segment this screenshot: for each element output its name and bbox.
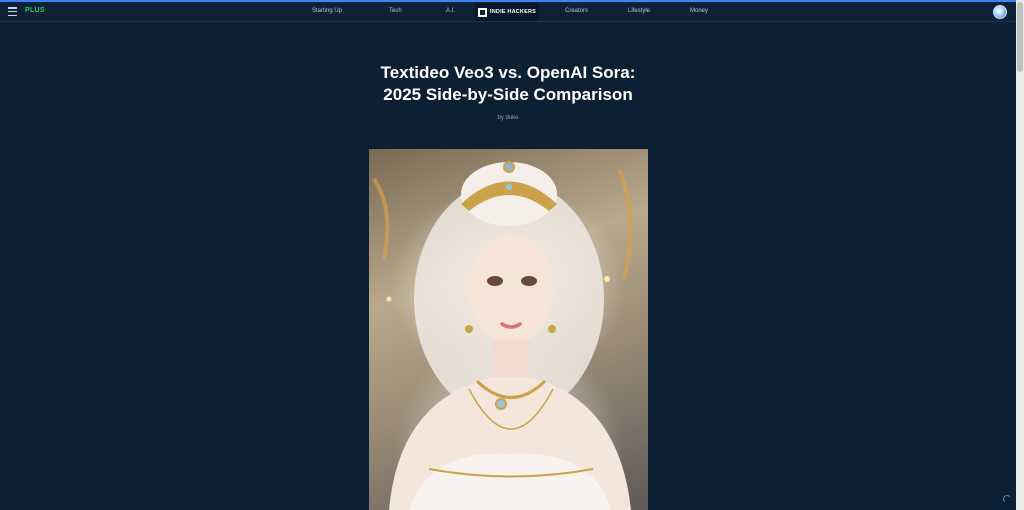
article-hero-image bbox=[369, 149, 648, 510]
brand-name: INDIE HACKERS bbox=[490, 9, 536, 15]
article-title: Textideo Veo3 vs. OpenAI Sora: 2025 Side… bbox=[300, 62, 716, 106]
nav-link-money[interactable]: Money bbox=[690, 8, 708, 14]
article-title-line-1: Textideo Veo3 vs. OpenAI Sora: bbox=[380, 63, 636, 82]
nav-link-lifestyle[interactable]: Lifestyle bbox=[628, 8, 650, 14]
indie-hackers-logo-icon bbox=[478, 7, 487, 17]
article-byline[interactable]: by duke bbox=[300, 115, 716, 121]
nav-link-ai[interactable]: A.I. bbox=[446, 8, 455, 14]
hero-illustration bbox=[372, 161, 633, 510]
page-scrollbar[interactable] bbox=[1016, 0, 1024, 510]
loading-spinner-icon bbox=[1003, 495, 1011, 503]
brand-home-link[interactable]: INDIE HACKERS bbox=[475, 3, 539, 21]
nav-link-creators[interactable]: Creators bbox=[565, 8, 588, 14]
nav-link-starting-up[interactable]: Starting Up bbox=[312, 8, 342, 14]
nav-link-tech[interactable]: Tech bbox=[389, 8, 402, 14]
plus-link[interactable]: PLUS bbox=[25, 7, 45, 14]
top-navbar: PLUS Starting Up Tech A.I. INDIE HACKERS… bbox=[0, 2, 1016, 22]
article-title-line-2: 2025 Side-by-Side Comparison bbox=[383, 85, 633, 104]
hamburger-menu-icon[interactable] bbox=[8, 7, 17, 16]
user-avatar[interactable] bbox=[993, 5, 1007, 19]
scrollbar-thumb[interactable] bbox=[1017, 2, 1023, 72]
